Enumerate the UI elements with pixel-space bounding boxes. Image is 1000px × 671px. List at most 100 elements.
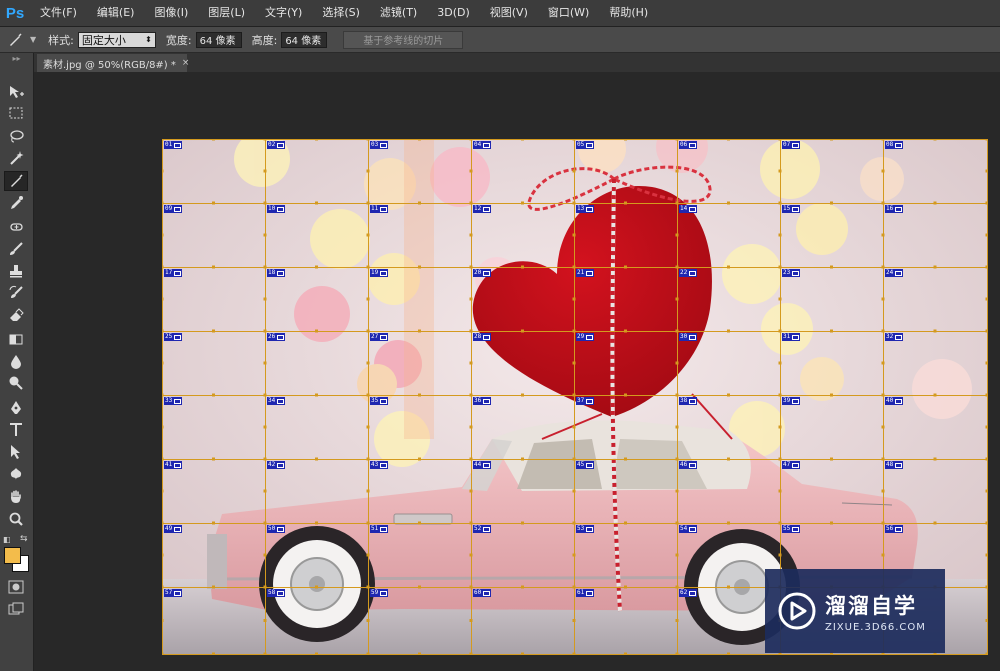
history-brush-tool-icon[interactable] [4, 283, 28, 303]
slice-label[interactable]: 21 [576, 269, 595, 277]
slice-label[interactable]: 10 [267, 205, 286, 213]
slice-label[interactable]: 08 [885, 141, 904, 149]
clone-stamp-tool-icon[interactable] [4, 261, 28, 281]
slice-label[interactable]: 41 [164, 461, 183, 469]
slice-label[interactable]: 59 [370, 589, 389, 597]
slice-label[interactable]: 13 [576, 205, 595, 213]
slice-label[interactable]: 09 [164, 205, 183, 213]
dodge-tool-icon[interactable] [4, 373, 28, 393]
height-input[interactable]: 64 像素 [281, 31, 328, 48]
brush-tool-icon[interactable] [4, 239, 28, 259]
zoom-tool-icon[interactable] [4, 509, 28, 529]
slice-label[interactable]: 34 [267, 397, 286, 405]
slice-label[interactable]: 35 [370, 397, 389, 405]
slice-label[interactable]: 33 [164, 397, 183, 405]
slice-label[interactable]: 03 [370, 141, 389, 149]
app-logo[interactable]: Ps [0, 0, 30, 26]
menu-item-7[interactable]: 3D(D) [427, 0, 480, 26]
slice-label[interactable]: 51 [370, 525, 389, 533]
slice-label[interactable]: 15 [782, 205, 801, 213]
document-tab[interactable]: 素材.jpg @ 50%(RGB/8#) * × [37, 54, 190, 72]
slice-label[interactable]: 19 [370, 269, 389, 277]
slice-label[interactable]: 48 [885, 461, 904, 469]
menu-item-4[interactable]: 文字(Y) [255, 0, 312, 26]
slice-label[interactable]: 42 [267, 461, 286, 469]
slice-label[interactable]: 14 [679, 205, 698, 213]
slice-label[interactable]: 40 [885, 397, 904, 405]
slice-label[interactable]: 22 [679, 269, 698, 277]
slice-label[interactable]: 04 [473, 141, 492, 149]
menu-item-9[interactable]: 窗口(W) [538, 0, 599, 26]
gradient-tool-icon[interactable] [4, 329, 28, 349]
slice-label[interactable]: 25 [164, 333, 183, 341]
close-icon[interactable]: × [182, 58, 190, 68]
slice-label[interactable]: 01 [164, 141, 183, 149]
menu-item-5[interactable]: 选择(S) [312, 0, 370, 26]
slice-label[interactable]: 24 [885, 269, 904, 277]
panel-grip-icon[interactable]: ▸▸ [0, 53, 33, 65]
style-select[interactable]: 固定大小 ⬍ [77, 31, 156, 48]
slice-label[interactable]: 50 [267, 525, 286, 533]
slice-label[interactable]: 12 [473, 205, 492, 213]
slice-label[interactable]: 31 [782, 333, 801, 341]
type-tool-icon[interactable] [4, 420, 28, 440]
slice-label[interactable]: 58 [267, 589, 286, 597]
slice-label[interactable]: 62 [679, 589, 698, 597]
slice-label[interactable]: 55 [782, 525, 801, 533]
move-tool-icon[interactable] [4, 82, 28, 102]
slice-label[interactable]: 61 [576, 589, 595, 597]
slice-label[interactable]: 45 [576, 461, 595, 469]
slice-label[interactable]: 52 [473, 525, 492, 533]
marquee-tool-icon[interactable] [4, 103, 28, 123]
spot-healing-tool-icon[interactable] [4, 217, 28, 237]
menu-item-10[interactable]: 帮助(H) [599, 0, 658, 26]
slice-label[interactable]: 47 [782, 461, 801, 469]
default-colors-icon[interactable]: ◧ [3, 535, 11, 544]
quick-mask-icon[interactable] [4, 577, 28, 597]
custom-shape-tool-icon[interactable] [4, 464, 28, 484]
menu-item-0[interactable]: 文件(F) [30, 0, 87, 26]
magic-wand-tool-icon[interactable] [4, 148, 28, 168]
slice-label[interactable]: 36 [473, 397, 492, 405]
eyedropper-tool-icon[interactable] [4, 193, 28, 213]
slice-tool-icon[interactable] [4, 171, 28, 191]
blur-tool-icon[interactable] [4, 351, 28, 371]
slice-label[interactable]: 60 [473, 589, 492, 597]
slice-label[interactable]: 23 [782, 269, 801, 277]
menu-item-6[interactable]: 滤镜(T) [370, 0, 427, 26]
slice-label[interactable]: 02 [267, 141, 286, 149]
slice-label[interactable]: 56 [885, 525, 904, 533]
slice-label[interactable]: 53 [576, 525, 595, 533]
hand-tool-icon[interactable] [4, 487, 28, 507]
slice-tool-icon[interactable] [0, 27, 30, 52]
lasso-tool-icon[interactable] [4, 126, 28, 146]
slice-label[interactable]: 16 [885, 205, 904, 213]
path-selection-tool-icon[interactable] [4, 442, 28, 462]
slice-label[interactable]: 07 [782, 141, 801, 149]
width-input[interactable]: 64 像素 [195, 31, 242, 48]
slice-label[interactable]: 20 [473, 269, 492, 277]
slice-label[interactable]: 44 [473, 461, 492, 469]
slice-label[interactable]: 18 [267, 269, 286, 277]
slice-label[interactable]: 30 [679, 333, 698, 341]
slice-label[interactable]: 54 [679, 525, 698, 533]
slice-label[interactable]: 28 [473, 333, 492, 341]
slice-label[interactable]: 43 [370, 461, 389, 469]
slice-label[interactable]: 37 [576, 397, 595, 405]
eraser-tool-icon[interactable] [4, 305, 28, 325]
menu-item-8[interactable]: 视图(V) [480, 0, 538, 26]
screen-mode-icon[interactable] [4, 599, 28, 619]
slice-label[interactable]: 38 [679, 397, 698, 405]
slice-label[interactable]: 39 [782, 397, 801, 405]
slice-label[interactable]: 57 [164, 589, 183, 597]
slice-label[interactable]: 29 [576, 333, 595, 341]
tool-preset-dropdown-icon[interactable]: ▼ [30, 35, 36, 44]
slice-label[interactable]: 26 [267, 333, 286, 341]
slice-label[interactable]: 32 [885, 333, 904, 341]
slice-label[interactable]: 06 [679, 141, 698, 149]
slice-label[interactable]: 17 [164, 269, 183, 277]
slice-label[interactable]: 49 [164, 525, 183, 533]
slice-label[interactable]: 11 [370, 205, 389, 213]
slice-label[interactable]: 05 [576, 141, 595, 149]
slices-from-guides-button[interactable]: 基于参考线的切片 [343, 30, 464, 49]
